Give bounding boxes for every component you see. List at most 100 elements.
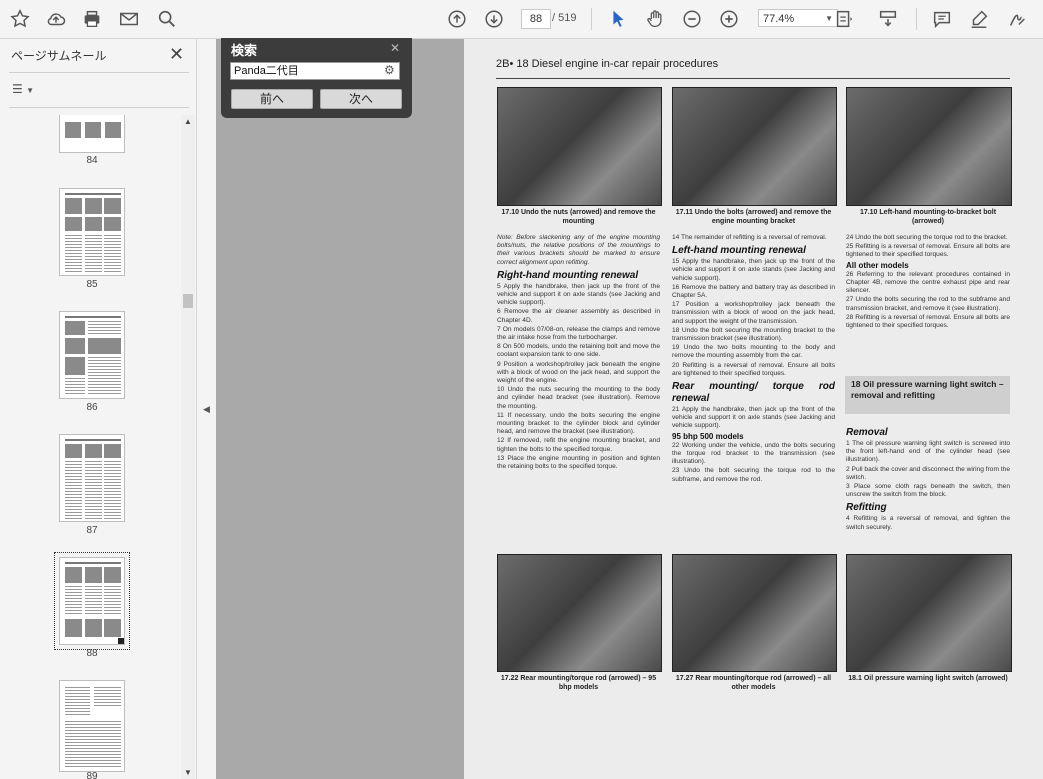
toolbar: 88 / 519 77.4% ▼ xyxy=(0,0,1043,39)
text-column-3: 24 Undo the bolt securing the torque rod… xyxy=(846,234,1010,374)
caption: 17.10 Left-hand mounting-to-bracket bolt… xyxy=(859,209,997,225)
zoom-in-icon[interactable] xyxy=(717,7,741,31)
pdf-page: 2B• 18 Diesel engine in-car repair proce… xyxy=(464,39,1043,779)
sub-heading: 95 bhp 500 models xyxy=(672,431,744,441)
upload-cloud-icon[interactable] xyxy=(44,7,68,31)
photo-oil-pressure-switch xyxy=(846,554,1012,672)
paragraph: 15 Apply the handbrake, then jack up the… xyxy=(672,258,835,282)
next-result-button[interactable]: 次へ xyxy=(320,89,402,109)
paragraph: 27 Undo the bolts securing the rod to th… xyxy=(846,296,1010,312)
page-thumbnail[interactable] xyxy=(59,115,125,153)
email-icon[interactable] xyxy=(117,7,141,31)
select-cursor-icon[interactable] xyxy=(606,7,630,31)
page-thumbnail[interactable] xyxy=(59,680,125,772)
search-panel: 検索 ✕ Panda二代目 ⚙ 前へ 次へ xyxy=(221,38,412,118)
text-column-1: Note: Before slackening any of the engin… xyxy=(497,234,660,544)
text-column-3b: Removal 1 The oil pressure warning light… xyxy=(846,424,1010,544)
paragraph: 21 Apply the handbrake, then jack up the… xyxy=(672,406,835,430)
caption: 17.11 Undo the bolts (arrowed) and remov… xyxy=(675,209,832,225)
paragraph: 16 Remove the battery and battery tray a… xyxy=(672,283,835,300)
page-total: / 519 xyxy=(552,12,577,24)
close-icon[interactable]: ✕ xyxy=(390,41,400,55)
caption: 17.27 Rear mounting/torque rod (arrowed)… xyxy=(675,675,832,691)
thumbnail-label: 88 xyxy=(86,648,98,659)
paragraph: 3 Place some cloth rags beneath the swit… xyxy=(846,483,1010,499)
sidebar-scrollbar[interactable]: ▲ ▼ xyxy=(181,115,195,779)
chevron-down-icon: ▼ xyxy=(26,86,35,95)
section-title-box: 18 Oil pressure warning light switch – r… xyxy=(845,376,1010,414)
paragraph: 9 Position a workshop/trolley jack benea… xyxy=(497,360,660,385)
scrolling-mode-icon[interactable] xyxy=(876,7,900,31)
page-thumbnail-selected[interactable] xyxy=(54,552,130,650)
scroll-up-icon[interactable]: ▲ xyxy=(184,117,192,126)
paragraph: 11 If necessary, undo the bolts securing… xyxy=(497,411,660,436)
paragraph: 28 Refitting is a reversal of removal. E… xyxy=(846,313,1010,330)
photo-rear-mounting-95bhp xyxy=(497,554,662,672)
text-column-2: 14 The remainder of refitting is a rever… xyxy=(672,234,835,544)
paragraph: 5 Apply the handbrake, then jack up the … xyxy=(497,282,660,307)
close-icon[interactable]: ✕ xyxy=(169,44,184,65)
toolbar-separator xyxy=(591,8,592,30)
divider xyxy=(9,72,189,73)
page-fit-icon[interactable] xyxy=(832,7,856,31)
paragraph: 18 Undo the bolt securing the mounting b… xyxy=(672,326,835,343)
paragraph: Note: Before slackening any of the engin… xyxy=(497,234,660,266)
scroll-down-icon[interactable]: ▼ xyxy=(184,768,192,777)
paragraph: 7 On models 07/08-on, release the clamps… xyxy=(497,325,660,342)
search-zoom-icon[interactable] xyxy=(155,7,179,31)
hand-tool-icon[interactable] xyxy=(643,7,667,31)
sign-icon[interactable] xyxy=(1005,7,1029,31)
section-heading: Left-hand mounting renewal xyxy=(672,245,806,257)
collapse-sidebar-icon[interactable]: ◀ xyxy=(203,404,210,415)
highlight-pen-icon[interactable] xyxy=(967,7,991,31)
photo-engine-mounting xyxy=(497,87,662,206)
zoom-level-select[interactable]: 77.4% ▼ xyxy=(758,9,838,27)
divider xyxy=(496,78,1010,79)
paragraph: 8 On 500 models, undo the retaining bolt… xyxy=(497,343,660,359)
page-thumbnail[interactable] xyxy=(59,188,125,276)
caption: 18.1 Oil pressure warning light switch (… xyxy=(848,675,1008,682)
zoom-level-value: 77.4% xyxy=(763,13,795,25)
paragraph: 26 Referring to the relevant procedures … xyxy=(846,270,1010,295)
paragraph: 25 Refitting is a reversal of removal. E… xyxy=(846,243,1010,259)
bookmark-star-icon[interactable] xyxy=(8,7,32,31)
page-number-input[interactable]: 88 xyxy=(521,9,551,29)
paragraph: 17 Position a workshop/trolley jack bene… xyxy=(672,301,835,325)
search-input[interactable]: Panda二代目 xyxy=(230,62,400,80)
sidebar-title: ページサムネール xyxy=(11,49,107,63)
thumbnail-label: 84 xyxy=(86,155,98,166)
page-thumbnail[interactable] xyxy=(59,434,125,522)
previous-page-icon[interactable] xyxy=(445,7,469,31)
photo-rear-mounting-other xyxy=(672,554,837,672)
paragraph: 4 Refitting is a reversal of removal, an… xyxy=(846,515,1010,531)
paragraph: 19 Undo the two bolts mounting to the bo… xyxy=(672,344,835,360)
section-heading: Refitting xyxy=(846,502,887,514)
comment-icon[interactable] xyxy=(930,7,954,31)
thumbnail-list: 84 85 86 87 88 89 xyxy=(0,115,180,779)
page-header: 2B• 18 Diesel engine in-car repair proce… xyxy=(496,58,719,70)
section-heading: Removal xyxy=(846,427,888,438)
photo-left-hand-mounting xyxy=(846,87,1012,206)
paragraph: 20 Refitting is a reversal of removal. E… xyxy=(672,361,835,377)
paragraph: 12 If removed, refit the engine mounting… xyxy=(497,437,660,453)
paragraph: 23 Undo the bolt securing the torque rod… xyxy=(672,467,835,483)
previous-result-button[interactable]: 前へ xyxy=(231,89,313,109)
section-heading: Rear mounting/ torque rod renewal xyxy=(672,381,835,405)
page-thumbnail[interactable] xyxy=(59,311,125,399)
toolbar-separator xyxy=(916,8,917,30)
paragraph: 10 Undo the nuts securing the mounting t… xyxy=(497,386,660,410)
section-heading: Right-hand mounting renewal xyxy=(497,269,639,281)
thumbnail-options-menu[interactable]: ☰ ▼ xyxy=(12,82,34,96)
search-panel-title: 検索 xyxy=(231,43,258,58)
thumbnail-label: 85 xyxy=(86,279,98,290)
paragraph: 1 The oil pressure warning light switch … xyxy=(846,440,1010,464)
zoom-out-icon[interactable] xyxy=(680,7,704,31)
list-icon: ☰ xyxy=(12,82,23,96)
sub-heading: All other models xyxy=(846,260,909,270)
scrollbar-thumb[interactable] xyxy=(183,294,193,308)
paragraph: 6 Remove the air cleaner assembly as des… xyxy=(497,308,660,324)
divider xyxy=(9,107,189,108)
gear-icon[interactable]: ⚙ xyxy=(384,64,396,76)
next-page-icon[interactable] xyxy=(482,7,506,31)
print-icon[interactable] xyxy=(80,7,104,31)
